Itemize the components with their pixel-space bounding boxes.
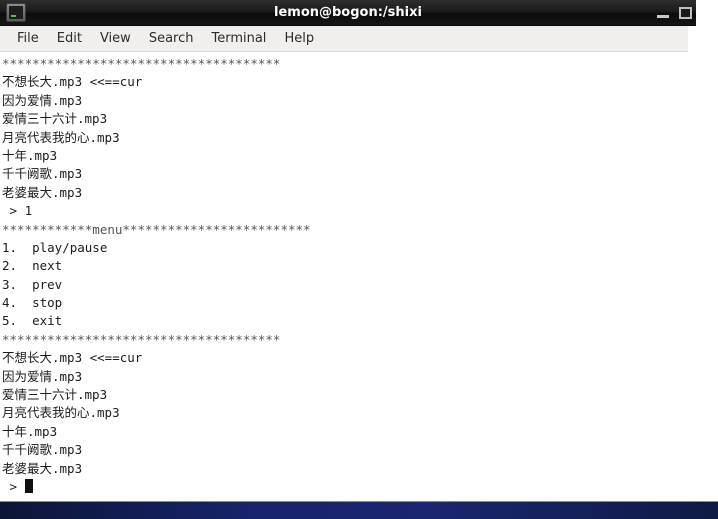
terminal-line-prompt-input: > 1 (2, 203, 33, 219)
terminal-line: 月亮代表我的心.mp3 (2, 129, 120, 145)
terminal-line: 十年.mp3 (2, 147, 58, 163)
terminal-line: ************************************* (2, 331, 281, 347)
menu-item-view[interactable]: View (91, 29, 140, 48)
terminal-line-menu-header: ************menu************************… (2, 221, 311, 237)
terminal-prompt-line[interactable]: > (2, 478, 696, 496)
terminal-line: 千千阙歌.mp3 (2, 166, 83, 182)
window-titlebar[interactable]: lemon@bogon:/shixi (0, 0, 696, 26)
terminal-line: 因为爱情.mp3 (2, 368, 83, 384)
menu-item-edit[interactable]: Edit (48, 29, 91, 48)
menu-item-search[interactable]: Search (140, 29, 203, 48)
desktop-taskbar[interactable] (0, 501, 718, 519)
menubar: File Edit View Search Terminal Help (0, 26, 688, 52)
terminal-line: ************************************* (2, 56, 281, 71)
terminal-line: 千千阙歌.mp3 (2, 442, 83, 458)
terminal-line: 不想长大.mp3 <<==cur (2, 74, 143, 90)
terminal-line: 老婆最大.mp3 (2, 184, 83, 200)
desktop-screen: lemon@bogon:/shixi File Edit View Search… (0, 0, 718, 519)
terminal-icon (6, 3, 26, 22)
prompt-symbol: > (2, 478, 25, 494)
maximize-button[interactable] (679, 6, 692, 19)
menu-item-file[interactable]: File (8, 29, 48, 48)
terminal-line: 十年.mp3 (2, 423, 58, 439)
terminal-menu-option-5: 5. exit (2, 313, 63, 329)
terminal-line: 不想长大.mp3 <<==cur (2, 350, 143, 366)
terminal-line: 爱情三十六计.mp3 (2, 387, 108, 403)
terminal-window: lemon@bogon:/shixi File Edit View Search… (0, 0, 696, 502)
terminal-menu-option-1: 1. play/pause (2, 239, 108, 255)
menu-item-help[interactable]: Help (275, 29, 323, 48)
terminal-line: 老婆最大.mp3 (2, 460, 83, 476)
terminal-line: 月亮代表我的心.mp3 (2, 405, 120, 421)
terminal-menu-option-4: 4. stop (2, 295, 63, 311)
window-title: lemon@bogon:/shixi (274, 5, 422, 20)
terminal-output[interactable]: ************************************* 不想… (0, 52, 696, 502)
terminal-menu-option-2: 2. next (2, 258, 63, 274)
window-controls (657, 0, 694, 25)
minimize-button[interactable] (657, 15, 669, 18)
terminal-line: 因为爱情.mp3 (2, 92, 83, 108)
terminal-line: 爱情三十六计.mp3 (2, 111, 108, 127)
terminal-menu-option-3: 3. prev (2, 276, 63, 292)
block-cursor (24, 478, 33, 493)
menu-item-terminal[interactable]: Terminal (202, 29, 275, 48)
